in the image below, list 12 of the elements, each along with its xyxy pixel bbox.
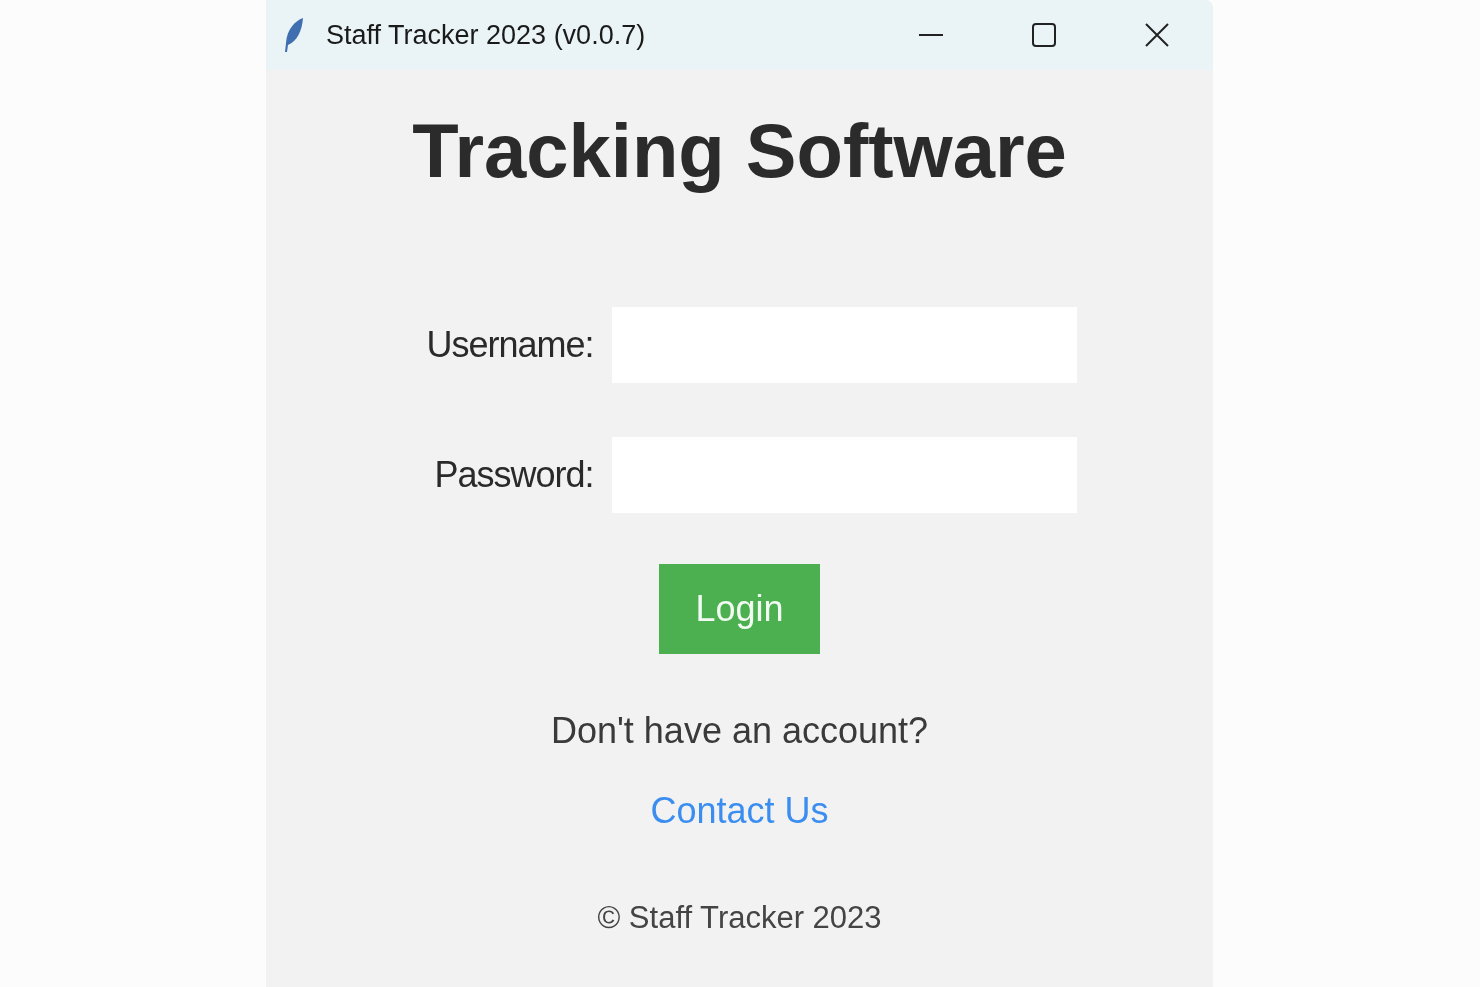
signup-prompt: Don't have an account? <box>550 710 929 752</box>
field-label: Password: <box>433 454 594 496</box>
minimize-icon <box>918 34 943 36</box>
feather-icon <box>283 17 305 53</box>
maximize-icon <box>1031 23 1056 47</box>
window-title: Staff Tracker 2023 (v0.0.7) <box>326 19 647 51</box>
field-label: Username: <box>426 324 594 366</box>
copyright-text: © Staff Tracker 2023 <box>597 900 882 936</box>
app-heading: Tracking Software <box>412 108 1067 194</box>
contact-link[interactable]: Contact Us <box>650 790 829 832</box>
login-button[interactable]: Login <box>659 564 820 654</box>
close-icon <box>1144 23 1169 47</box>
